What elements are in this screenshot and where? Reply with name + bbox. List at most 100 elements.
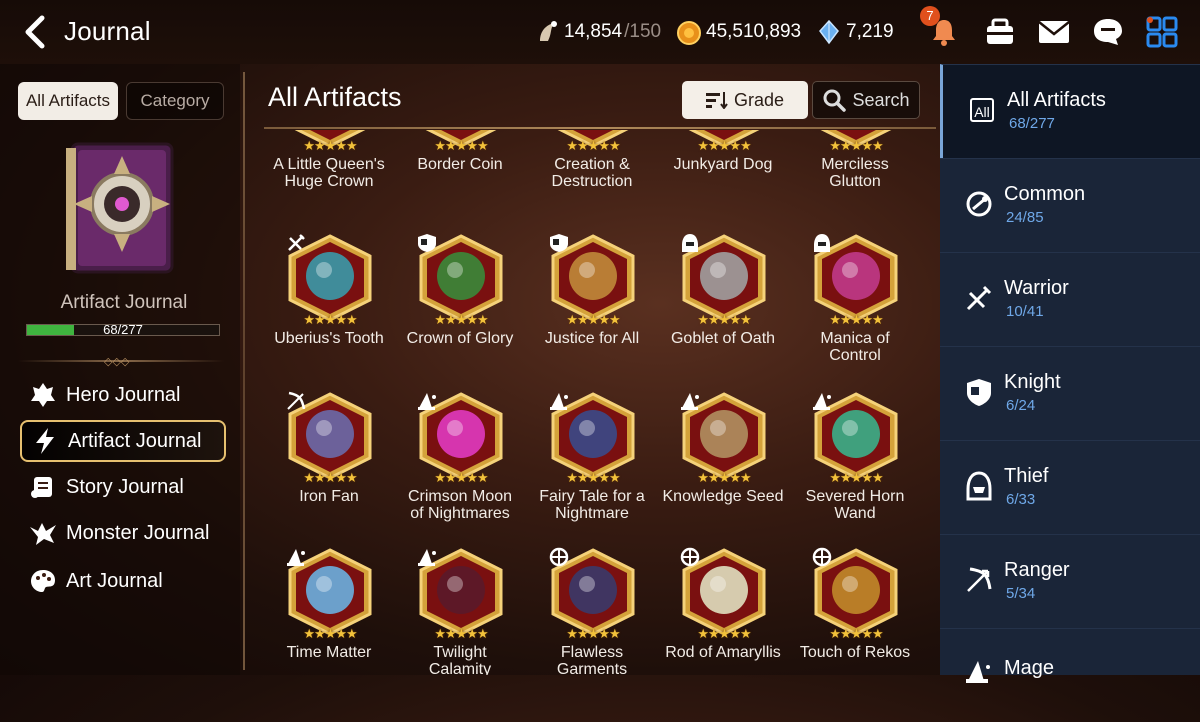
artifact-name-line: Crown of Glory [406, 330, 514, 347]
category-common[interactable]: Common 24/85 [940, 158, 1200, 252]
stamina-value: 14,854 [564, 21, 623, 42]
artifact-name: Justice for All [523, 330, 661, 347]
artifact-card[interactable]: ★★★★★ Flawless Garments [527, 547, 657, 675]
artifact-card[interactable]: ★★★★★ Uberius's Tooth [264, 234, 394, 384]
nav-label: Hero Journal [66, 383, 181, 406]
category-mage[interactable]: Mage [940, 628, 1200, 722]
artifact-card[interactable]: ★★★★★ Severed Horn Wand [790, 392, 920, 542]
nav-artifact-journal[interactable]: Artifact Journal [20, 420, 226, 462]
star-rating: ★★★★★ [829, 138, 883, 153]
back-arrow-icon[interactable] [18, 14, 54, 50]
artifact-card[interactable]: ★★★★★ Twilight Calamity [395, 548, 525, 675]
bag-button[interactable] [980, 12, 1020, 52]
divider-ornament-icon: ◇◇◇ [104, 356, 130, 368]
star-rating: ★★★★★ [697, 312, 751, 327]
mage-class-icon [681, 393, 699, 410]
knight-icon [964, 377, 994, 407]
artifact-card[interactable]: ★★★★★ Goblet of Oath [658, 234, 788, 384]
knight-class-icon [550, 234, 568, 252]
artifact-card[interactable]: ★★★★★ Fairy Tale for a Nightmare [527, 392, 657, 542]
artifact-card[interactable]: ★★★★★ Iron Fan [264, 391, 394, 542]
artifact-card[interactable]: ★★★★★ Creation & Destruction [527, 130, 657, 210]
artifact-name-line: Border Coin [417, 156, 503, 173]
nav-story-journal[interactable]: Story Journal [20, 466, 226, 508]
stamina-display[interactable]: 14,854 /150 [534, 18, 661, 46]
thief-class-icon [814, 234, 830, 252]
star-rating: ★★★★★ [697, 470, 751, 485]
category-label: Mage [1004, 657, 1055, 679]
nav-art-journal[interactable]: Art Journal [20, 560, 226, 602]
star-rating: ★★★★★ [434, 626, 488, 641]
gold-display[interactable]: 45,510,893 [676, 18, 801, 46]
artifact-card[interactable]: ★★★★★ A Little Queen's Huge Crown [264, 130, 394, 210]
mage-icon [964, 657, 994, 687]
crystal-display[interactable]: 7,219 [816, 18, 894, 46]
category-label: Ranger [1004, 559, 1070, 581]
artifact-name-line: Severed Horn [805, 488, 905, 505]
star-rating: ★★★★★ [829, 470, 883, 485]
tab-all-artifacts[interactable]: All Artifacts [18, 82, 118, 120]
grade-sort-button[interactable]: Grade [682, 81, 808, 119]
artifact-grid: ★★★★★ A Little Queen's Huge Crown ★★★★★ Bord… [264, 130, 936, 675]
nav-label: Monster Journal [66, 521, 210, 544]
artifact-name-line: Fairy Tale for a [539, 488, 645, 505]
category-all-artifacts[interactable]: All All Artifacts 68/277 [940, 64, 1200, 158]
artifact-name: Rod of Amaryllis [654, 644, 792, 661]
artifact-card[interactable]: ★★★★★ Rod of Amaryllis [658, 547, 788, 675]
artifact-card[interactable]: ★★★★★ Knowledge Seed [658, 392, 788, 542]
artifact-card[interactable]: ★★★★★ Touch of Rekos [790, 547, 920, 675]
crystal-value: 7,219 [846, 21, 894, 42]
artifact-name-line: Calamity [428, 661, 492, 675]
nav-hero-journal[interactable]: Hero Journal [20, 374, 226, 416]
menu-button[interactable] [1142, 12, 1182, 52]
artifact-card[interactable]: ★★★★★ Crown of Glory [395, 234, 525, 384]
category-knight[interactable]: Knight 6/24 [940, 346, 1200, 440]
page-title: Journal [64, 16, 151, 46]
soul-weaver-class-icon [680, 547, 700, 567]
grid-menu-icon [1146, 16, 1178, 48]
artifact-name-line: Goblet of Oath [670, 330, 776, 347]
artifact-name-line: Uberius's Tooth [274, 330, 384, 347]
artifact-name: Severed Horn Wand [786, 488, 924, 522]
category-warrior[interactable]: Warrior 10/41 [940, 252, 1200, 346]
gold-icon [677, 21, 701, 45]
artifact-card[interactable]: ★★★★★ Time Matter [264, 548, 394, 675]
category-label: Thief [1004, 465, 1049, 487]
star-rating: ★★★★★ [566, 312, 620, 327]
soul-weaver-class-icon [549, 547, 569, 567]
artifact-name: Junkyard Dog [654, 156, 792, 173]
artifact-card[interactable]: ★★★★★ Justice for All [527, 234, 657, 384]
artifact-card[interactable]: ★★★★★ Manica of Control [790, 234, 920, 384]
main-title: All Artifacts [268, 82, 402, 112]
scroll-icon [28, 472, 58, 502]
category-label: Warrior [1004, 277, 1069, 299]
artifact-card[interactable]: ★★★★★ Border Coin [395, 130, 525, 210]
category-thief[interactable]: Thief 6/33 [940, 440, 1200, 534]
category-count: 6/33 [1006, 491, 1036, 508]
grade-label: Grade [733, 89, 785, 110]
artifact-name: Crimson Moon of Nightmares [391, 488, 529, 522]
artifact-name-line: Justice for All [544, 330, 640, 347]
artifact-card[interactable]: ★★★★★ Crimson Moon of Nightmares [395, 392, 525, 542]
artifact-name-line: Wand [834, 505, 876, 522]
mail-button[interactable] [1034, 12, 1074, 52]
mage-class-icon [418, 549, 436, 566]
star-rating: ★★★★★ [566, 626, 620, 641]
category-label: Knight [1004, 371, 1061, 393]
search-button[interactable]: Search [812, 81, 920, 119]
ranger-icon [964, 565, 994, 595]
artifact-name: Uberius's Tooth [264, 330, 398, 347]
tab-category[interactable]: Category [126, 82, 224, 120]
warrior-icon [964, 283, 994, 313]
artifact-name-line: Destruction [551, 173, 633, 190]
artifact-card[interactable]: ★★★★★ Junkyard Dog [658, 130, 788, 210]
chat-button[interactable] [1088, 12, 1128, 52]
artifact-name-line: Manica of [820, 330, 890, 347]
artifact-card[interactable]: ★★★★★ Merciless Glutton [790, 130, 920, 210]
mage-class-icon [813, 393, 831, 410]
artifact-name: Merciless Glutton [786, 156, 924, 190]
mage-class-icon [418, 393, 436, 410]
category-ranger[interactable]: Ranger 5/34 [940, 534, 1200, 628]
artifact-name: Goblet of Oath [654, 330, 792, 347]
nav-monster-journal[interactable]: Monster Journal [20, 512, 226, 554]
